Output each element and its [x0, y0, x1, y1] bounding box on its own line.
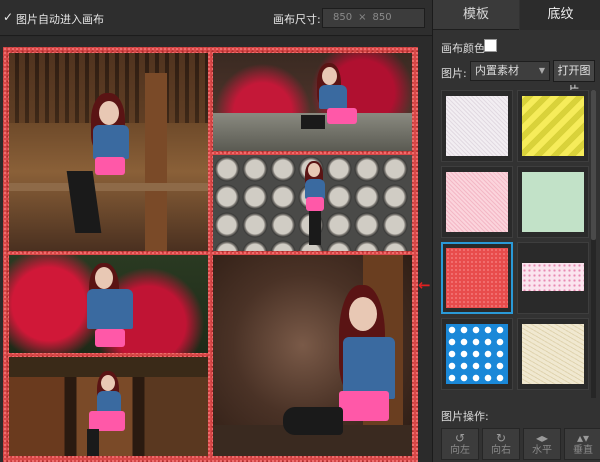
canvas-height-value[interactable]: 850: [372, 12, 391, 23]
collage-photo-4[interactable]: [9, 255, 208, 353]
flip-horizontal-label: 水平: [532, 445, 552, 456]
rotate-right-button[interactable]: ↻ 向右: [482, 428, 520, 460]
texture-tile-white-linen[interactable]: [441, 90, 513, 162]
flip-horizontal-icon: ◂▸: [535, 431, 549, 445]
collage-photo-5[interactable]: [9, 357, 208, 456]
canvas-area: [0, 37, 432, 462]
panel-tabs: 模板 底纹: [433, 0, 600, 30]
rotate-right-icon: ↻: [495, 431, 507, 445]
texture-swatch: [522, 263, 584, 291]
canvas-color-picker[interactable]: [484, 39, 497, 52]
tab-template[interactable]: 模板: [433, 0, 519, 30]
texture-tile-yellow-stripes[interactable]: [517, 90, 589, 162]
image-source-label: 图片:: [441, 67, 467, 80]
canvas-size-field[interactable]: 850 × 850: [322, 8, 425, 28]
texture-tile-pink-dots[interactable]: [517, 242, 589, 314]
collage-photo-3[interactable]: [213, 155, 412, 251]
flip-vertical-icon: ▴▾: [576, 431, 590, 445]
canvas-width-value[interactable]: 850: [333, 12, 352, 23]
image-source-value: 内置素材: [475, 64, 519, 77]
texture-swatch: [446, 172, 508, 232]
collage-editor-window: ✓ 图片自动进入画布 画布尺寸: 850 × 850 ← 模板 底纹 画布颜色:…: [0, 0, 600, 462]
image-ops-toolbar: ↺ 向左 ↻ 向右 ◂▸ 水平 ▴▾ 垂直: [435, 428, 600, 462]
canvas-toolbar: ✓ 图片自动进入画布 画布尺寸: 850 × 850: [0, 0, 432, 36]
flip-horizontal-button[interactable]: ◂▸ 水平: [523, 428, 561, 460]
texture-tile-beige[interactable]: [517, 318, 589, 390]
texture-tile-pink-linen[interactable]: [441, 166, 513, 238]
texture-swatch: [446, 324, 508, 384]
texture-scrollbar[interactable]: [591, 90, 596, 398]
texture-tile-mint[interactable]: [517, 166, 589, 238]
rotate-left-label: 向左: [450, 445, 470, 456]
properties-panel: 模板 底纹 画布颜色: 图片: 内置素材 ▼ 打开图片: [432, 0, 600, 462]
chevron-down-icon: ▼: [538, 66, 545, 75]
auto-canvas-checkbox[interactable]: ✓: [3, 11, 15, 23]
open-image-button[interactable]: 打开图片: [553, 60, 595, 97]
rotate-left-icon: ↺: [454, 431, 466, 445]
flip-vertical-label: 垂直: [573, 445, 593, 456]
annotation-arrow-left-icon: ←: [418, 276, 431, 294]
canvas-size-separator: ×: [358, 12, 367, 23]
collage-photo-6[interactable]: [213, 255, 412, 456]
texture-tile-blue-polka[interactable]: [441, 318, 513, 390]
canvas-size-label: 画布尺寸:: [273, 13, 321, 26]
rotate-left-button[interactable]: ↺ 向左: [441, 428, 479, 460]
auto-canvas-label: 图片自动进入画布: [16, 13, 104, 26]
image-source-select[interactable]: 内置素材 ▼: [470, 61, 550, 81]
texture-swatch: [446, 248, 508, 308]
rotate-right-label: 向右: [491, 445, 511, 456]
collage-canvas[interactable]: [3, 47, 418, 462]
collage-photo-2[interactable]: [213, 53, 412, 151]
texture-tile-red-speckle[interactable]: [441, 242, 513, 314]
texture-swatch: [522, 96, 584, 156]
scrollbar-thumb[interactable]: [591, 90, 596, 240]
tab-texture[interactable]: 底纹: [520, 0, 600, 30]
texture-grid: [441, 90, 589, 398]
texture-swatch: [446, 96, 508, 156]
canvas-color-label: 画布颜色:: [441, 42, 489, 55]
image-ops-label: 图片操作:: [441, 410, 489, 423]
texture-swatch: [522, 172, 584, 232]
collage-photo-1[interactable]: [9, 53, 208, 251]
texture-swatch: [522, 324, 584, 384]
flip-vertical-button[interactable]: ▴▾ 垂直: [564, 428, 600, 460]
